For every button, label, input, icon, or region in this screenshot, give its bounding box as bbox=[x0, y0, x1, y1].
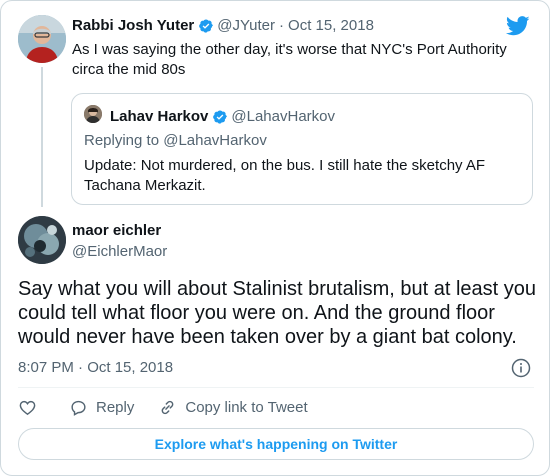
avatar[interactable] bbox=[18, 15, 66, 63]
explore-twitter-button[interactable]: Explore what's happening on Twitter bbox=[18, 428, 534, 460]
verified-badge-icon bbox=[213, 110, 228, 124]
parent-tweet-text: As I was saying the other day, it's wors… bbox=[72, 41, 507, 78]
quoted-tweet[interactable]: Lahav Harkov @LahavHarkov Replying to @L… bbox=[71, 93, 533, 205]
author-handle[interactable]: @EichlerMaor bbox=[72, 243, 167, 260]
quoted-author-handle: @LahavHarkov bbox=[231, 108, 335, 125]
speech-bubble-icon bbox=[71, 400, 86, 416]
reply-button[interactable]: Reply bbox=[69, 398, 134, 417]
action-bar: Reply Copy link to Tweet bbox=[18, 398, 308, 417]
like-button[interactable] bbox=[18, 398, 37, 417]
avatar-photo-icon bbox=[84, 105, 102, 123]
thread-connector-line bbox=[41, 67, 43, 207]
main-tweet-text: Say what you will about Stalinist brutal… bbox=[18, 278, 537, 348]
avatar[interactable] bbox=[18, 216, 66, 264]
copy-link-label: Copy link to Tweet bbox=[185, 399, 308, 416]
tweet-embed-card: Rabbi Josh Yuter @JYuter · Oct 15, 2018 … bbox=[0, 0, 550, 476]
link-icon bbox=[161, 400, 174, 415]
tweet-date[interactable]: Oct 15, 2018 bbox=[288, 17, 374, 34]
tweet-timestamp[interactable]: 8:07 PM · Oct 15, 2018 bbox=[18, 359, 173, 376]
reply-label: Reply bbox=[96, 399, 135, 416]
replying-to-label: Replying to @LahavHarkov bbox=[84, 132, 267, 149]
parent-tweet-header: Rabbi Josh Yuter @JYuter · Oct 15, 2018 bbox=[72, 17, 374, 34]
author-name[interactable]: maor eichler bbox=[72, 222, 161, 239]
avatar-photo-icon bbox=[18, 15, 66, 63]
copy-link-button[interactable]: Copy link to Tweet bbox=[158, 398, 308, 417]
twitter-bird-icon[interactable] bbox=[506, 16, 530, 36]
separator-dot: · bbox=[279, 17, 285, 34]
info-icon[interactable] bbox=[511, 358, 531, 378]
author-name[interactable]: Rabbi Josh Yuter bbox=[72, 17, 194, 34]
author-handle[interactable]: @JYuter bbox=[217, 17, 275, 34]
verified-badge-icon bbox=[199, 19, 214, 33]
quoted-tweet-text: Update: Not murdered, on the bus. I stil… bbox=[84, 157, 486, 194]
avatar-photo-icon bbox=[18, 216, 66, 264]
divider bbox=[18, 387, 534, 388]
quoted-avatar bbox=[84, 105, 102, 123]
quoted-author-name: Lahav Harkov bbox=[110, 108, 209, 125]
heart-icon bbox=[19, 400, 36, 416]
quoted-tweet-header: Lahav Harkov @LahavHarkov bbox=[110, 108, 335, 125]
